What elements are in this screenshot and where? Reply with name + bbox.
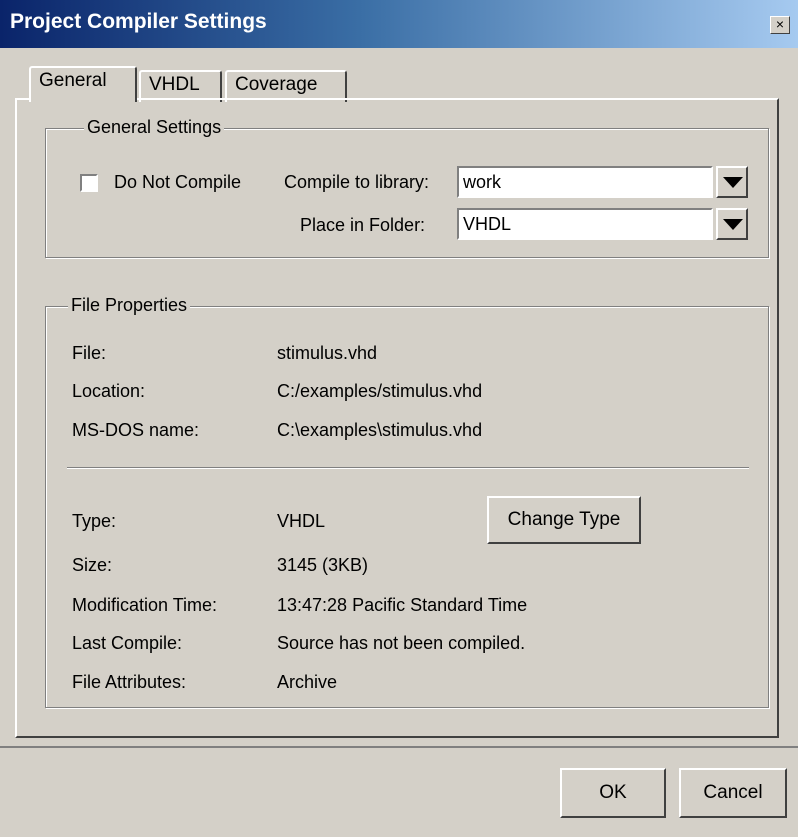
properties-divider bbox=[67, 467, 749, 469]
modification-time-value: 13:47:28 Pacific Standard Time bbox=[277, 595, 528, 615]
last-compile-value: Source has not been compiled. bbox=[277, 633, 526, 653]
place-in-folder-combo[interactable]: VHDL bbox=[457, 208, 713, 240]
ok-label: OK bbox=[599, 782, 627, 803]
title-bar: Project Compiler Settings × bbox=[0, 0, 798, 48]
close-button[interactable]: × bbox=[770, 16, 790, 34]
dialog-divider bbox=[0, 746, 798, 748]
place-in-folder-dropdown-button[interactable] bbox=[716, 208, 748, 240]
location-value: C:/examples/stimulus.vhd bbox=[277, 381, 483, 401]
modification-time-label: Modification Time: bbox=[72, 595, 218, 615]
chevron-down-icon bbox=[723, 177, 743, 188]
msdos-name-value: C:\examples\stimulus.vhd bbox=[277, 420, 483, 440]
tab-general-label: General bbox=[39, 70, 107, 91]
file-attributes-value: Archive bbox=[277, 672, 338, 692]
file-attributes-label: File Attributes: bbox=[72, 672, 187, 692]
type-value: VHDL bbox=[277, 511, 326, 531]
file-properties-title: File Properties bbox=[68, 295, 191, 316]
type-label: Type: bbox=[72, 511, 117, 531]
compile-to-library-dropdown-button[interactable] bbox=[716, 166, 748, 198]
do-not-compile-label: Do Not Compile bbox=[114, 172, 242, 192]
compile-to-library-value: work bbox=[463, 172, 502, 192]
last-compile-label: Last Compile: bbox=[72, 633, 183, 653]
size-label: Size: bbox=[72, 555, 113, 575]
cancel-label: Cancel bbox=[703, 782, 763, 803]
chevron-down-icon bbox=[723, 219, 743, 230]
general-settings-title: General Settings bbox=[84, 117, 225, 138]
window-title: Project Compiler Settings bbox=[10, 10, 267, 33]
place-in-folder-label: Place in Folder: bbox=[300, 215, 426, 235]
file-value: stimulus.vhd bbox=[277, 343, 378, 363]
close-icon: × bbox=[775, 16, 785, 32]
tab-coverage-label: Coverage bbox=[235, 74, 318, 95]
place-in-folder-value: VHDL bbox=[463, 214, 512, 234]
msdos-name-label: MS-DOS name: bbox=[72, 420, 200, 440]
compile-to-library-label: Compile to library: bbox=[284, 172, 430, 192]
file-label: File: bbox=[72, 343, 107, 363]
tab-general[interactable]: General bbox=[29, 66, 137, 102]
compile-to-library-combo[interactable]: work bbox=[457, 166, 713, 198]
change-type-button[interactable]: Change Type bbox=[487, 496, 641, 544]
location-label: Location: bbox=[72, 381, 146, 401]
size-value: 3145 (3KB) bbox=[277, 555, 369, 575]
do-not-compile-checkbox[interactable] bbox=[80, 174, 98, 192]
cancel-button[interactable]: Cancel bbox=[679, 768, 787, 818]
tab-vhdl-label: VHDL bbox=[149, 74, 200, 95]
ok-button[interactable]: OK bbox=[560, 768, 666, 818]
change-type-label: Change Type bbox=[507, 509, 621, 530]
